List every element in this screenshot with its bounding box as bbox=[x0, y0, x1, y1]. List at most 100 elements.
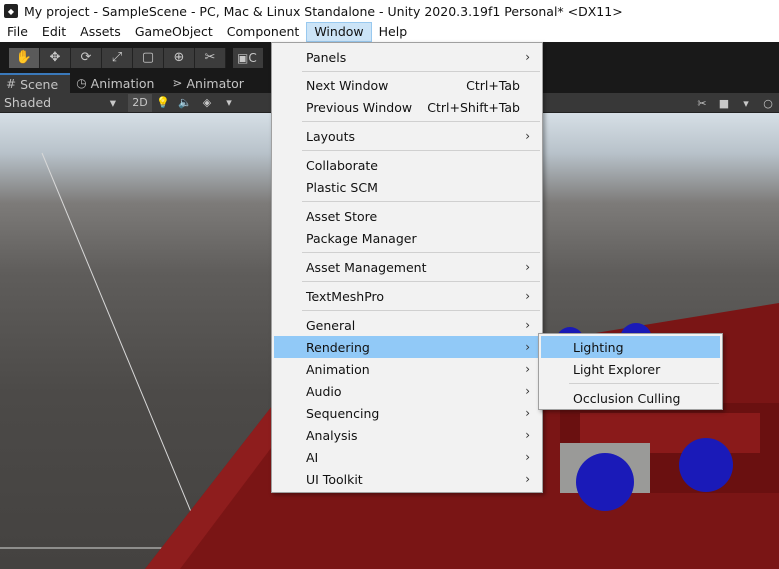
menu-item-label: Next Window bbox=[306, 77, 389, 93]
chevron-right-icon: › bbox=[525, 384, 530, 398]
collab-label: C bbox=[248, 50, 257, 65]
grid-icon: # bbox=[6, 77, 17, 91]
menu-item-label: Layouts bbox=[306, 128, 356, 144]
tab-scene-label: Scene bbox=[20, 76, 59, 92]
sphere bbox=[576, 453, 634, 511]
dropdown-arrow-icon: ▾ bbox=[109, 95, 116, 110]
menu-item-sequencing[interactable]: Sequencing › bbox=[274, 402, 540, 424]
lighting-toggle-icon[interactable]: 💡 bbox=[152, 94, 174, 112]
chevron-right-icon: › bbox=[525, 260, 530, 274]
audio-toggle-icon[interactable]: 🔈 bbox=[174, 94, 196, 112]
chevron-right-icon: › bbox=[525, 362, 530, 376]
transform-tool-icon[interactable]: ⊕ bbox=[164, 47, 195, 68]
chevron-right-icon: › bbox=[525, 289, 530, 303]
window-menu: Panels › Next Window Ctrl+Tab Previous Win… bbox=[271, 42, 543, 493]
menu-item-textmeshpro[interactable]: TextMeshPro › bbox=[274, 285, 540, 307]
scale-tool-icon[interactable]: ⤢ bbox=[102, 47, 133, 68]
menu-separator bbox=[302, 201, 540, 202]
move-tool-icon[interactable]: ✥ bbox=[40, 47, 71, 68]
submenu-item-light-explorer[interactable]: Light Explorer bbox=[541, 358, 720, 380]
tab-scene[interactable]: # Scene bbox=[0, 73, 71, 93]
menu-bar: File Edit Assets GameObject Component Wi… bbox=[0, 22, 779, 42]
submenu-item-lighting[interactable]: Lighting bbox=[541, 336, 720, 358]
camera-dropdown-icon[interactable]: ▾ bbox=[735, 94, 757, 112]
chevron-right-icon: › bbox=[525, 340, 530, 354]
transform-tools: ✋ ✥ ⟳ ⤢ ▢ ⊕ ✂ bbox=[9, 47, 226, 68]
title-bar: ◆ My project - SampleScene - PC, Mac & L… bbox=[0, 0, 779, 22]
collab-button[interactable]: ▣ C bbox=[233, 47, 263, 68]
chevron-right-icon: › bbox=[525, 50, 530, 64]
menu-item-collaborate[interactable]: Collaborate bbox=[274, 154, 540, 176]
menu-item-label: Previous Window bbox=[306, 99, 413, 115]
sphere bbox=[679, 438, 733, 492]
unity-logo-icon: ◆ bbox=[4, 4, 18, 18]
menu-item-label: TextMeshPro bbox=[306, 288, 385, 304]
menu-item-next-window[interactable]: Next Window Ctrl+Tab bbox=[274, 74, 540, 96]
chevron-right-icon: › bbox=[525, 406, 530, 420]
menu-item-ui-toolkit[interactable]: UI Toolkit › bbox=[274, 468, 540, 490]
shading-mode-label: Shaded bbox=[4, 95, 52, 110]
menu-item-general[interactable]: General › bbox=[274, 314, 540, 336]
tab-animation[interactable]: ◷ Animation bbox=[70, 73, 166, 93]
collab-icon: ▣ bbox=[237, 50, 249, 65]
menu-item-plastic-scm[interactable]: Plastic SCM bbox=[274, 176, 540, 198]
shortcut-label: Ctrl+Tab bbox=[466, 77, 520, 93]
search-icon[interactable]: ○ bbox=[757, 94, 779, 112]
menu-item-label: UI Toolkit bbox=[306, 471, 363, 487]
menu-help[interactable]: Help bbox=[372, 22, 415, 42]
rotate-tool-icon[interactable]: ⟳ bbox=[71, 47, 102, 68]
menu-item-label: Panels bbox=[306, 49, 347, 65]
menu-item-panels[interactable]: Panels › bbox=[274, 46, 540, 68]
camera-icon[interactable]: ■ bbox=[713, 94, 735, 112]
menu-item-analysis[interactable]: Analysis › bbox=[274, 424, 540, 446]
menu-component[interactable]: Component bbox=[220, 22, 307, 42]
toggle-2d-button[interactable]: 2D bbox=[128, 93, 152, 112]
menu-item-label: Package Manager bbox=[306, 230, 417, 246]
submenu-item-label: Occlusion Culling bbox=[573, 390, 681, 406]
menu-item-label: Analysis bbox=[306, 427, 358, 443]
menu-item-previous-window[interactable]: Previous Window Ctrl+Shift+Tab bbox=[274, 96, 540, 118]
effects-toggle-icon[interactable]: ◈ bbox=[196, 94, 218, 112]
menu-item-animation[interactable]: Animation › bbox=[274, 358, 540, 380]
shortcut-label: Ctrl+Shift+Tab bbox=[427, 99, 520, 115]
submenu-item-occlusion-culling[interactable]: Occlusion Culling bbox=[541, 387, 720, 409]
menu-item-audio[interactable]: Audio › bbox=[274, 380, 540, 402]
menu-item-label: Animation bbox=[306, 361, 370, 377]
hand-tool-icon[interactable]: ✋ bbox=[9, 47, 40, 68]
menu-file[interactable]: File bbox=[0, 22, 35, 42]
menu-item-asset-management[interactable]: Asset Management › bbox=[274, 256, 540, 278]
shading-mode-dropdown[interactable]: Shaded ▾ bbox=[0, 94, 120, 112]
menu-window[interactable]: Window bbox=[306, 22, 372, 42]
menu-assets[interactable]: Assets bbox=[73, 22, 128, 42]
scene-right-tools: ✂ ■ ▾ ○ bbox=[691, 94, 779, 112]
menu-item-label: Collaborate bbox=[306, 157, 378, 173]
menu-item-rendering[interactable]: Rendering › bbox=[274, 336, 540, 358]
menu-separator bbox=[302, 150, 540, 151]
chevron-right-icon: › bbox=[525, 472, 530, 486]
menu-item-package-manager[interactable]: Package Manager bbox=[274, 227, 540, 249]
menu-separator bbox=[569, 383, 719, 384]
menu-item-label: Audio bbox=[306, 383, 342, 399]
menu-item-layouts[interactable]: Layouts › bbox=[274, 125, 540, 147]
menu-separator bbox=[302, 281, 540, 282]
animator-icon: ⋗ bbox=[172, 76, 183, 90]
effects-dropdown-icon[interactable]: ▾ bbox=[218, 94, 240, 112]
menu-item-label: Plastic SCM bbox=[306, 179, 378, 195]
menu-separator bbox=[302, 71, 540, 72]
custom-tool-icon[interactable]: ✂ bbox=[195, 47, 226, 68]
chevron-right-icon: › bbox=[525, 129, 530, 143]
submenu-item-label: Light Explorer bbox=[573, 361, 661, 377]
tools-icon[interactable]: ✂ bbox=[691, 94, 713, 112]
menu-item-label: Sequencing bbox=[306, 405, 380, 421]
submenu-item-label: Lighting bbox=[573, 339, 624, 355]
menu-item-label: Asset Management bbox=[306, 259, 427, 275]
menu-item-asset-store[interactable]: Asset Store bbox=[274, 205, 540, 227]
window-title: My project - SampleScene - PC, Mac & Lin… bbox=[24, 3, 623, 19]
tab-animator[interactable]: ⋗ Animator bbox=[166, 73, 256, 93]
rect-tool-icon[interactable]: ▢ bbox=[133, 47, 164, 68]
tab-animator-label: Animator bbox=[186, 75, 244, 91]
menu-edit[interactable]: Edit bbox=[35, 22, 73, 42]
menu-item-ai[interactable]: AI › bbox=[274, 446, 540, 468]
menu-separator bbox=[302, 121, 540, 122]
menu-gameobject[interactable]: GameObject bbox=[128, 22, 220, 42]
